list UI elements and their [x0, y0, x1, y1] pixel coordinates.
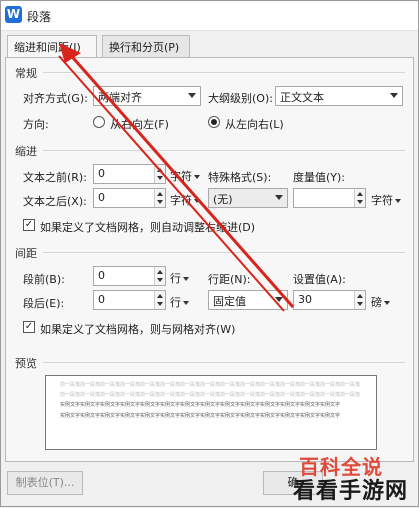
divider: [43, 362, 405, 363]
arrow-up-icon: [357, 192, 363, 196]
caret-down-icon: [183, 301, 189, 305]
arrow-down-icon: [157, 176, 163, 180]
indent-after-input[interactable]: 0: [93, 188, 166, 208]
unit-label: 磅: [371, 296, 382, 309]
line-spacing-value: 固定值: [213, 295, 246, 308]
arrow-up-icon: [157, 270, 163, 274]
setting-value-label: 设置值(A):: [293, 273, 346, 286]
special-format-label: 特殊格式(S):: [208, 171, 272, 184]
title-bar: W 段落: [1, 1, 418, 31]
radio-ltr[interactable]: [208, 116, 220, 128]
line-spacing-label: 行距(N):: [208, 273, 251, 286]
auto-adjust-checkbox[interactable]: ✓: [23, 219, 35, 231]
arrow-down-icon: [357, 302, 363, 306]
spin-buttons[interactable]: [354, 291, 365, 309]
space-after-unit[interactable]: 行: [170, 294, 189, 310]
section-preview: 预览: [15, 357, 37, 370]
watermark-site: 看看手游网: [293, 479, 409, 504]
snap-grid-label: 如果定义了文档网格，则与网格对齐(W): [40, 323, 236, 336]
arrow-up-icon: [157, 192, 163, 196]
align-label: 对齐方式(G):: [23, 92, 88, 105]
indent-after-label: 文本之后(X):: [23, 195, 87, 208]
preview-box: 前一段落前一段落前一段落前一段落前一段落前一段落前一段落前一段落前一段落前一段落…: [45, 375, 377, 450]
caret-down-icon: [395, 199, 401, 203]
special-format-value: (无): [213, 193, 233, 206]
outline-label: 大纲级别(O):: [208, 92, 273, 105]
radio-rtl-label: 从右向左(F): [110, 118, 169, 131]
arrow-down-icon: [157, 200, 163, 204]
wps-writer-icon: W: [5, 6, 22, 23]
dialog-title: 段落: [27, 10, 52, 24]
indent-before-input[interactable]: 0: [93, 164, 166, 184]
preview-sample-line: 实例文字实例文字实例文字实例文字实例文字实例文字实例文字实例文字实例文字实例文字…: [60, 413, 341, 419]
space-before-input[interactable]: 0: [93, 266, 166, 286]
space-after-label: 段后(E):: [23, 297, 65, 310]
direction-label: 方向:: [23, 118, 49, 131]
indent-after-unit[interactable]: 字符: [170, 192, 200, 208]
space-before-unit[interactable]: 行: [170, 270, 189, 286]
spin-buttons[interactable]: [154, 267, 165, 285]
divider: [43, 72, 405, 73]
unit-label: 字符: [170, 170, 192, 183]
outline-select[interactable]: 正文文本: [275, 86, 403, 106]
unit-label: 字符: [371, 194, 393, 207]
caret-down-icon: [194, 199, 200, 203]
radio-rtl[interactable]: [93, 116, 105, 128]
radio-ltr-label: 从左向右(L): [225, 118, 284, 131]
outline-value: 正文文本: [280, 91, 324, 104]
setting-value-input[interactable]: 30: [293, 290, 366, 310]
spin-buttons[interactable]: [154, 189, 165, 207]
indent-after-value: 0: [98, 191, 105, 204]
divider: [43, 150, 405, 151]
section-indent: 缩进: [15, 145, 37, 158]
arrow-down-icon: [157, 278, 163, 282]
space-before-value: 0: [98, 269, 105, 282]
measure-input[interactable]: [293, 188, 366, 208]
preview-sample-line: 实例文字实例文字实例文字实例文字实例文字实例文字实例文字实例文字实例文字实例文字…: [60, 402, 341, 408]
section-spacing: 间距: [15, 247, 37, 260]
measure-label: 度量值(Y):: [293, 171, 346, 184]
measure-unit[interactable]: 字符: [371, 192, 401, 208]
space-before-label: 段前(B):: [23, 273, 65, 286]
caret-down-icon: [183, 277, 189, 281]
space-after-value: 0: [98, 293, 105, 306]
snap-grid-checkbox[interactable]: ✓: [23, 321, 35, 333]
indent-before-label: 文本之前(R):: [23, 171, 87, 184]
setting-value-unit[interactable]: 磅: [371, 294, 390, 310]
caret-down-icon: [194, 175, 200, 179]
auto-adjust-label: 如果定义了文档网格，则自动调整右缩进(D): [40, 221, 256, 234]
tab-indent-spacing[interactable]: 缩进和间距(I): [7, 35, 97, 58]
tab-stops-button[interactable]: 制表位(T)...: [7, 471, 83, 495]
unit-label: 字符: [170, 194, 192, 207]
unit-label: 行: [170, 272, 181, 285]
space-after-input[interactable]: 0: [93, 290, 166, 310]
chevron-down-icon: [275, 297, 283, 302]
spin-buttons[interactable]: [154, 291, 165, 309]
paragraph-dialog: W 段落 缩进和间距(I) 换行和分页(P) 常规 对齐方式(G): 两端对齐 …: [0, 0, 419, 507]
arrow-down-icon: [157, 302, 163, 306]
chevron-down-icon: [188, 93, 196, 98]
arrow-up-icon: [357, 294, 363, 298]
spin-buttons[interactable]: [354, 189, 365, 207]
spin-buttons[interactable]: [154, 165, 165, 183]
chevron-down-icon: [275, 195, 283, 200]
special-format-select[interactable]: (无): [208, 188, 288, 208]
section-general: 常规: [15, 67, 37, 80]
indent-before-unit[interactable]: 字符: [170, 168, 200, 184]
arrow-up-icon: [157, 294, 163, 298]
caret-down-icon: [384, 301, 390, 305]
indent-before-value: 0: [98, 167, 105, 180]
align-select[interactable]: 两端对齐: [93, 86, 201, 106]
chevron-down-icon: [390, 93, 398, 98]
unit-label: 行: [170, 296, 181, 309]
align-value: 两端对齐: [98, 91, 142, 104]
preview-prev-line: 前一段落前一段落前一段落前一段落前一段落前一段落前一段落前一段落前一段落前一段落…: [60, 382, 361, 388]
setting-value: 30: [298, 293, 312, 306]
divider: [43, 252, 405, 253]
arrow-down-icon: [357, 200, 363, 204]
preview-prev-line: 前一段落前一段落前一段落前一段落前一段落前一段落前一段落前一段落前一段落前一段落…: [60, 392, 361, 398]
tab-line-page-breaks[interactable]: 换行和分页(P): [102, 35, 190, 57]
arrow-up-icon: [157, 168, 163, 172]
line-spacing-select[interactable]: 固定值: [208, 290, 288, 310]
